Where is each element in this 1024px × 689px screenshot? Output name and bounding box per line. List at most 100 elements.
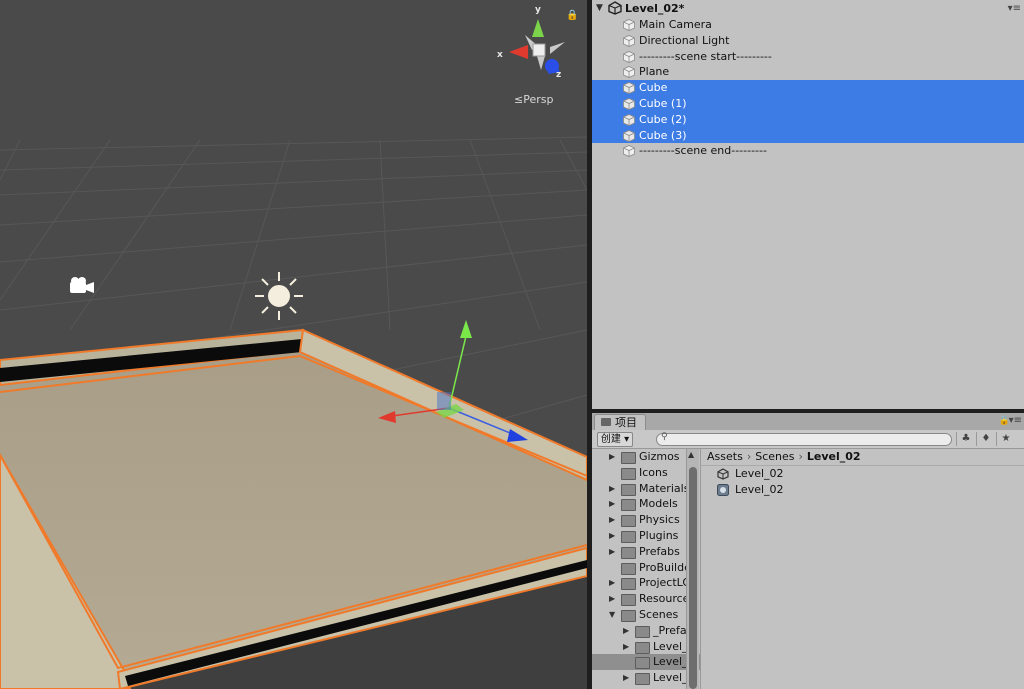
create-button[interactable]: 创建 ▾ — [597, 432, 633, 447]
folder-tree-item-label: Level_ — [653, 639, 688, 653]
breadcrumb-item[interactable]: Level_02 — [807, 450, 861, 463]
gameobject-cube-icon — [623, 98, 635, 110]
folder-tree-scrollbar[interactable]: ▲ — [686, 449, 699, 689]
folder-tree: ▶ Gizmos Icons ▶ Materials ▶ Models ▶ Physics ▶ Pl… — [592, 449, 700, 689]
filter-by-type-icon[interactable]: ♣ — [956, 432, 975, 446]
tab-project-label: 项目 — [615, 416, 637, 429]
folder-icon — [621, 483, 636, 496]
folder-tree-item[interactable]: ▶ Physics — [592, 512, 700, 528]
folder-tree-item[interactable]: ▶ Prefabs — [592, 544, 700, 560]
hierarchy-item[interactable]: Cube (2) — [592, 111, 1024, 128]
folder-tree-item-label: Icons — [639, 465, 668, 479]
scroll-up-icon[interactable]: ▲ — [688, 450, 694, 459]
unity-scene-icon — [717, 468, 729, 480]
breadcrumb-item[interactable]: Scenes — [755, 450, 794, 463]
breadcrumb-item[interactable]: Assets — [707, 450, 743, 463]
projection-toggle[interactable]: ≤Persp — [514, 93, 553, 106]
folder-icon — [621, 578, 636, 591]
hierarchy-item-label: Plane — [639, 65, 670, 79]
collapsed-arrow-icon[interactable]: ▶ — [609, 449, 615, 465]
folder-tree-item[interactable]: ▶ Plugins — [592, 528, 700, 544]
folder-tree-item[interactable]: ▼ Scenes — [592, 607, 700, 623]
hierarchy-item[interactable]: ---------scene end--------- — [592, 143, 1024, 159]
scrollbar-thumb[interactable] — [689, 467, 697, 689]
folder-icon — [621, 562, 636, 575]
hierarchy-item[interactable]: Cube — [592, 80, 1024, 96]
context-menu-icon[interactable]: ▾≡ — [1008, 0, 1021, 17]
collapsed-arrow-icon[interactable]: ▶ — [623, 639, 629, 655]
hierarchy-item[interactable]: ---------scene start--------- — [592, 49, 1024, 65]
collapsed-arrow-icon[interactable]: ▶ — [609, 481, 615, 497]
collapsed-arrow-icon[interactable]: ▶ — [623, 623, 629, 639]
collapsed-arrow-icon[interactable]: ▶ — [609, 544, 615, 560]
folder-tree-item-label: Scenes — [639, 607, 679, 621]
folder-tree-item-label: Plugins — [639, 528, 679, 542]
folder-tree-item[interactable]: ▶ Gizmos — [592, 449, 700, 465]
breadcrumb-separator-icon: › — [798, 450, 803, 463]
collapsed-arrow-icon[interactable]: ▶ — [609, 575, 615, 591]
folder-icon — [621, 452, 636, 464]
hierarchy-item[interactable]: Cube (1) — [592, 95, 1024, 112]
breadcrumb: Assets › Scenes › Level_02 — [701, 449, 1024, 466]
folder-tree-item[interactable]: ▶ Resources — [592, 591, 700, 607]
assets-pane: Assets › Scenes › Level_02 Level_02 Level_02 — [700, 449, 1024, 689]
folder-icon — [635, 641, 650, 654]
gameobject-cube-icon — [623, 50, 635, 63]
expanded-arrow-icon[interactable]: ▼ — [609, 607, 615, 623]
hierarchy-item[interactable]: Plane — [592, 64, 1024, 80]
unity-scene-icon — [608, 1, 622, 15]
folder-tree-item[interactable]: ▶ Materials — [592, 481, 700, 497]
folder-tree-item[interactable]: ▶ Level_ — [592, 670, 700, 686]
asset-list: Level_02 Level_02 — [701, 466, 1024, 498]
search-input[interactable]: ⚲ — [656, 432, 952, 446]
scene-canvas[interactable] — [0, 0, 587, 689]
breadcrumb-separator-icon: › — [746, 450, 752, 463]
project-tabbar: 项目 🔒 ▾≡ — [592, 413, 1024, 431]
axis-y-label: y — [535, 5, 541, 15]
lock-icon[interactable]: 🔒 — [566, 10, 578, 21]
axis-z-label: z — [556, 70, 562, 80]
folder-tree-item-label: Physics — [639, 513, 680, 527]
folder-tree-item-label: Materials — [639, 481, 690, 495]
gameobject-cube-icon — [623, 145, 635, 158]
hierarchy-item[interactable]: Directional Light — [592, 33, 1024, 49]
hierarchy-scene-header[interactable]: ▼ Level_02* ▾≡ — [592, 0, 1024, 17]
asset-item-label: Level_02 — [735, 483, 784, 496]
search-icon: ⚲ — [661, 432, 668, 442]
gameobject-cube-icon — [623, 34, 635, 47]
folder-tree-item[interactable]: ▶ _Prefa — [592, 623, 700, 639]
hierarchy-item-label: Cube (2) — [639, 112, 687, 126]
hierarchy-panel: ▼ Level_02* ▾≡ Main Camera Directional Li… — [592, 0, 1024, 409]
directional-light-icon — [255, 272, 303, 320]
folder-tree-item[interactable]: Level_ — [592, 654, 700, 671]
scene-view[interactable]: y x z ≤Persp 🔒 — [0, 0, 587, 689]
folder-tree-item[interactable]: ▶ ProjectLO — [592, 575, 700, 591]
collapsed-arrow-icon[interactable]: ▶ — [609, 512, 615, 528]
folder-tree-item-label: Level_ — [653, 655, 688, 669]
hierarchy-item[interactable]: Main Camera — [592, 17, 1024, 33]
collapsed-arrow-icon[interactable]: ▶ — [609, 591, 615, 607]
filter-by-label-icon[interactable]: ♦ — [976, 432, 995, 446]
plane-mesh — [0, 328, 587, 689]
favorites-star-icon[interactable]: ★ — [996, 432, 1015, 446]
hierarchy-item-label: ---------scene end--------- — [639, 144, 767, 158]
folder-tree-item-label: Models — [639, 497, 678, 511]
gameobject-cube-icon — [623, 66, 635, 79]
collapsed-arrow-icon[interactable]: ▶ — [609, 496, 615, 512]
folder-tree-item[interactable]: ProBuilder — [592, 560, 700, 576]
asset-item[interactable]: Level_02 — [701, 482, 1024, 498]
gameobject-cube-icon — [623, 19, 635, 31]
folder-tree-item[interactable]: ▶ Models — [592, 496, 700, 512]
asset-item[interactable]: Level_02 — [701, 466, 1024, 482]
axis-x-label: x — [497, 50, 503, 60]
folder-tree-item[interactable]: ▶ Level_ — [592, 639, 700, 655]
hierarchy-item[interactable]: Cube (3) — [592, 127, 1024, 144]
folder-tree-item[interactable]: Icons — [592, 465, 700, 481]
collapse-triangle-icon[interactable]: ▼ — [596, 0, 603, 17]
scene-title: Level_02* — [625, 2, 685, 15]
collapsed-arrow-icon[interactable]: ▶ — [609, 528, 615, 544]
folder-tree-item-label: Gizmos — [639, 450, 680, 463]
collapsed-arrow-icon[interactable]: ▶ — [623, 670, 629, 686]
tab-project[interactable]: 项目 — [594, 414, 646, 431]
context-menu-icon[interactable]: ▾≡ — [1009, 415, 1022, 426]
